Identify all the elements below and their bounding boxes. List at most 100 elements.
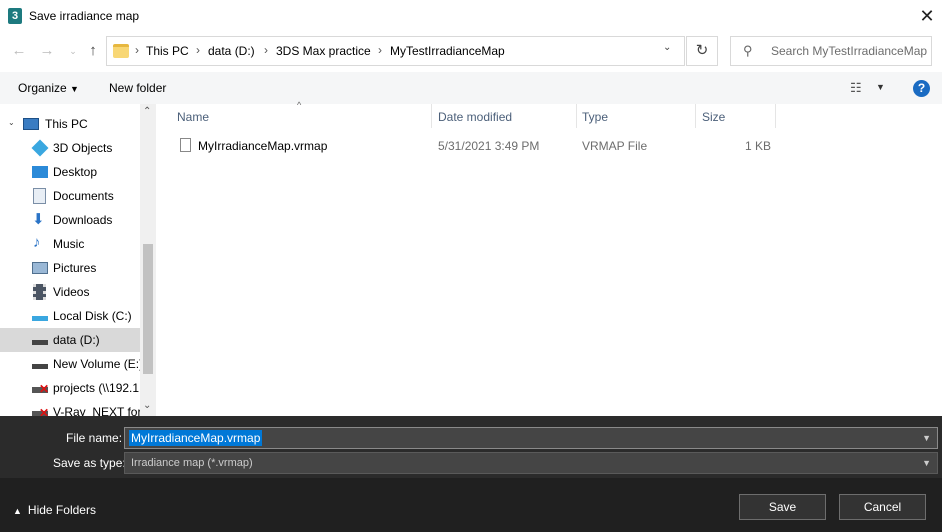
organize-label: Organize <box>18 81 67 95</box>
nav-item-new-volume-e[interactable]: New Volume (E:) <box>0 352 144 376</box>
column-header-type[interactable]: Type <box>582 110 608 124</box>
nav-label: data (D:) <box>53 333 100 347</box>
file-name-input[interactable]: MyIrradianceMap.vrmap ▼ <box>124 427 938 449</box>
sort-ascending-icon: ^ <box>297 100 302 110</box>
nav-label: Desktop <box>53 165 98 179</box>
recent-locations-button[interactable]: ⌄ <box>62 40 84 62</box>
caret-down-icon: ▼ <box>922 458 931 468</box>
folder-icon <box>113 44 129 58</box>
nav-item-vray-next[interactable]: ✕ V-Ray_NEXT for <box>0 400 142 416</box>
documents-icon <box>33 188 46 204</box>
disconnected-icon: ✕ <box>39 382 50 396</box>
new-folder-button[interactable]: New folder <box>109 81 166 95</box>
breadcrumb-current-folder[interactable]: MyTestIrradianceMap <box>390 44 505 58</box>
save-button[interactable]: Save <box>739 494 826 520</box>
videos-icon <box>33 284 46 300</box>
chevron-down-icon: ⌄ <box>8 118 15 127</box>
breadcrumb-separator: › <box>135 43 139 57</box>
search-input[interactable]: ⚲ Search MyTestIrradianceMap <box>730 36 932 66</box>
nav-label: projects (\\192.1 <box>53 381 140 395</box>
breadcrumb-3ds-max-practice[interactable]: 3DS Max practice <box>276 44 371 58</box>
search-icon: ⚲ <box>743 43 753 58</box>
help-icon[interactable]: ? <box>913 80 930 97</box>
music-icon: ♪ <box>33 234 41 251</box>
nav-scrollbar[interactable]: ⌃ ⌄ <box>140 104 156 416</box>
app-icon: 3 <box>8 8 22 24</box>
nav-label: Music <box>53 237 85 251</box>
file-size: 1 KB <box>745 139 772 153</box>
view-options-icon[interactable]: ☷ <box>850 80 862 96</box>
refresh-button[interactable]: ↻ <box>686 36 718 66</box>
nav-item-pictures[interactable]: Pictures <box>0 256 140 280</box>
up-button[interactable]: ↑ <box>82 40 104 62</box>
nav-item-documents[interactable]: Documents <box>0 184 140 208</box>
arrow-up-icon: ↑ <box>89 42 97 59</box>
caret-down-icon[interactable]: ▼ <box>876 82 885 92</box>
nav-label: Videos <box>53 285 90 299</box>
nav-item-local-disk-c[interactable]: Local Disk (C:) <box>0 304 140 328</box>
organize-button[interactable]: Organize ▼ <box>18 81 79 95</box>
save-type-select[interactable]: Irradiance map (*.vrmap) ▼ <box>124 452 938 474</box>
address-bar[interactable]: › This PC › data (D:) › 3DS Max practice… <box>106 36 685 66</box>
forward-button[interactable]: → <box>36 40 58 62</box>
breadcrumb-data-d[interactable]: data (D:) <box>208 44 255 58</box>
column-header-size[interactable]: Size <box>702 110 725 124</box>
chevron-down-icon: ⌄ <box>69 46 77 56</box>
breadcrumb-this-pc[interactable]: This PC <box>146 44 189 58</box>
scroll-thumb[interactable] <box>143 244 153 374</box>
nav-label: New Volume (E:) <box>53 357 144 371</box>
nav-item-this-pc[interactable]: ⌄ This PC <box>0 112 140 136</box>
file-date: 5/31/2021 3:49 PM <box>438 139 540 153</box>
local-disk-icon <box>32 316 48 321</box>
refresh-icon: ↻ <box>695 42 709 59</box>
file-type: VRMAP File <box>582 139 648 153</box>
nav-item-downloads[interactable]: ⬇ Downloads <box>0 208 140 232</box>
chevron-down-icon[interactable]: ⌄ <box>143 400 151 411</box>
nav-label: Local Disk (C:) <box>53 309 132 323</box>
nav-label: This PC <box>45 117 88 131</box>
save-type-value: Irradiance map (*.vrmap) <box>131 457 253 469</box>
nav-item-3d-objects[interactable]: 3D Objects <box>0 136 140 160</box>
caret-down-icon[interactable]: ▼ <box>922 433 931 443</box>
file-name-label: File name: <box>66 431 123 445</box>
nav-item-data-d[interactable]: data (D:) <box>0 328 140 352</box>
column-divider[interactable] <box>576 104 577 128</box>
column-header-date[interactable]: Date modified <box>438 110 512 124</box>
arrow-right-icon: → <box>39 42 55 59</box>
nav-item-music[interactable]: ♪ Music <box>0 232 140 256</box>
column-header-name[interactable]: Name <box>177 110 209 124</box>
3d-objects-icon <box>31 139 49 157</box>
downloads-icon: ⬇ <box>32 211 45 228</box>
nav-item-projects[interactable]: ✕ projects (\\192.1 <box>0 376 140 400</box>
breadcrumb-separator: › <box>196 43 200 57</box>
nav-item-videos[interactable]: Videos <box>0 280 140 304</box>
title-bar <box>0 0 942 32</box>
column-divider[interactable] <box>695 104 696 128</box>
hide-folders-button[interactable]: ▲ Hide Folders <box>13 503 96 517</box>
navigation-pane: ⌄ This PC 3D Objects Desktop Documents ⬇… <box>0 104 156 416</box>
save-type-label: Save as type: <box>53 456 126 470</box>
table-row[interactable]: MyIrradianceMap.vrmap 5/31/2021 3:49 PM … <box>157 134 797 158</box>
file-list: ^ Name Date modified Type Size MyIrradia… <box>157 100 942 416</box>
chevron-up-icon: ▲ <box>13 506 22 516</box>
hide-folders-label: Hide Folders <box>27 503 96 517</box>
arrow-left-icon: ← <box>11 42 27 59</box>
cancel-button[interactable]: Cancel <box>839 494 926 520</box>
nav-label: Documents <box>53 189 114 203</box>
column-divider[interactable] <box>431 104 432 128</box>
column-divider[interactable] <box>775 104 776 128</box>
computer-icon <box>23 118 39 130</box>
nav-label: V-Ray_NEXT for <box>53 405 142 416</box>
back-button[interactable]: ← <box>8 40 30 62</box>
nav-item-desktop[interactable]: Desktop <box>0 160 140 184</box>
file-name: MyIrradianceMap.vrmap <box>198 139 328 153</box>
chevron-up-icon[interactable]: ⌃ <box>143 106 151 117</box>
chevron-down-icon[interactable]: ⌄ <box>663 42 671 53</box>
disconnected-icon: ✕ <box>39 406 50 416</box>
window-title: Save irradiance map <box>29 9 140 23</box>
breadcrumb-separator: › <box>378 43 382 57</box>
nav-label: Downloads <box>53 213 113 227</box>
desktop-icon <box>32 166 48 178</box>
close-button[interactable]: ✕ <box>912 4 942 28</box>
file-icon <box>180 138 191 152</box>
